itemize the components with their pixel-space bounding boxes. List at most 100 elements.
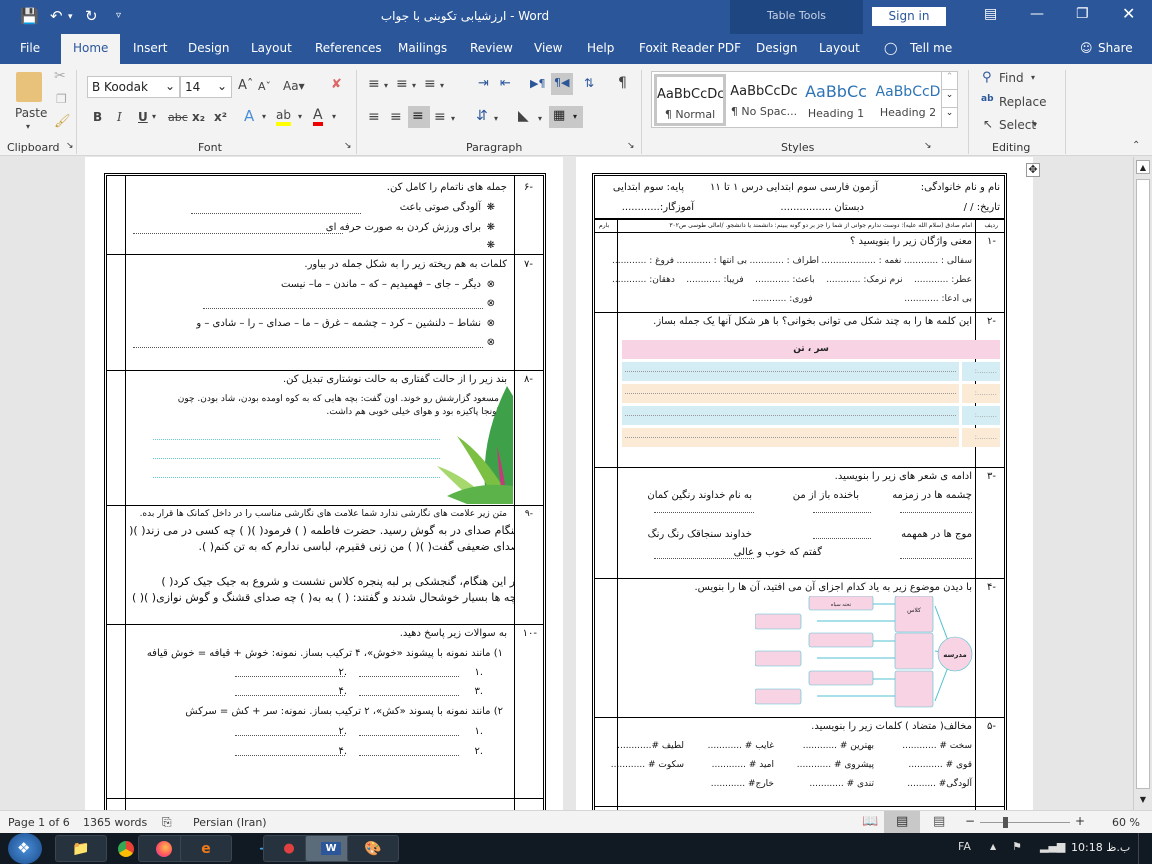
q2-word-cell[interactable]: :.........: [962, 384, 1000, 403]
clock[interactable]: 10:18 ب.ظ: [1071, 841, 1130, 854]
format-painter-icon[interactable]: 🖌: [54, 114, 71, 129]
q2-answer-row[interactable]: :.........: [622, 428, 1000, 447]
answer-line[interactable]: [654, 512, 754, 513]
read-mode-icon[interactable]: 📖: [862, 814, 878, 829]
paste-dropdown-icon[interactable]: ▾: [26, 122, 30, 131]
answer-line[interactable]: [900, 512, 972, 513]
shrink-font-icon[interactable]: Aˇ: [258, 80, 271, 93]
line-spacing-dropdown-icon[interactable]: ▾: [494, 114, 498, 123]
zoom-level[interactable]: 60 %: [1112, 816, 1140, 829]
answer-line[interactable]: [813, 538, 871, 539]
sign-in-button[interactable]: Sign in: [872, 7, 946, 26]
tab-layout[interactable]: Layout: [251, 41, 292, 55]
q2-word-cell[interactable]: :.........: [962, 406, 1000, 425]
tab-insert[interactable]: Insert: [133, 41, 167, 55]
font-name-combo[interactable]: B Koodak ⌄: [87, 76, 180, 98]
answer-line[interactable]: [153, 458, 440, 459]
web-layout-icon[interactable]: ▤: [933, 814, 945, 829]
clipboard-launcher-icon[interactable]: ↘: [66, 141, 74, 151]
answer-line[interactable]: [359, 755, 459, 756]
show-hidden-icons[interactable]: ▲: [990, 842, 996, 851]
q2-answer-row[interactable]: :.........: [622, 406, 1000, 425]
minimize-icon[interactable]: —: [1030, 6, 1044, 22]
zoom-slider-thumb[interactable]: [1003, 817, 1008, 828]
show-desktop-button[interactable]: [1138, 833, 1152, 864]
strikethrough-button[interactable]: abc: [168, 111, 188, 124]
tell-me-box[interactable]: Tell me: [910, 41, 952, 55]
print-layout-button[interactable]: ▤: [884, 811, 920, 834]
font-size-combo[interactable]: 14 ⌄: [180, 76, 232, 98]
paste-icon[interactable]: [16, 72, 42, 102]
ribbon-display-options-icon[interactable]: ▤: [984, 6, 997, 22]
q2-word-cell[interactable]: :.........: [962, 428, 1000, 447]
save-icon[interactable]: 💾: [20, 7, 39, 25]
underline-dropdown-icon[interactable]: ▾: [152, 112, 156, 121]
bullets-dropdown-icon[interactable]: ▾: [384, 81, 388, 90]
tab-view[interactable]: View: [534, 41, 562, 55]
scroll-up-icon[interactable]: ▲: [1136, 160, 1150, 174]
answer-line[interactable]: [235, 695, 345, 696]
font-color-dropdown-icon[interactable]: ▾: [332, 112, 336, 121]
tab-mailings[interactable]: Mailings: [398, 41, 447, 55]
answer-line[interactable]: [153, 477, 440, 478]
zoom-slider[interactable]: [980, 822, 1070, 823]
select-button[interactable]: Select: [999, 118, 1036, 132]
justify-dropdown-icon[interactable]: ▾: [451, 114, 455, 123]
font-color-icon[interactable]: A: [313, 108, 323, 126]
tab-table-layout[interactable]: Layout: [819, 41, 860, 55]
input-language[interactable]: FA: [958, 840, 971, 853]
action-center-flag-icon[interactable]: ⚑: [1012, 840, 1022, 853]
show-formatting-marks-icon[interactable]: ¶: [618, 75, 627, 91]
highlight-dropdown-icon[interactable]: ▾: [298, 112, 302, 121]
answer-line[interactable]: [235, 755, 345, 756]
language-indicator[interactable]: Persian (Iran): [193, 816, 267, 829]
line-spacing-icon[interactable]: ⇵: [476, 108, 488, 124]
tab-table-design[interactable]: Design: [756, 41, 797, 55]
align-left-icon[interactable]: ≡: [368, 109, 380, 125]
page-count[interactable]: Page 1 of 6: [8, 816, 70, 829]
shading-icon[interactable]: ◣: [518, 108, 529, 124]
close-icon[interactable]: ✕: [1122, 4, 1135, 23]
align-center-icon[interactable]: ≡: [390, 109, 402, 125]
tab-references[interactable]: References: [315, 41, 382, 55]
answer-line[interactable]: [133, 347, 483, 348]
replace-button[interactable]: Replace: [999, 95, 1046, 109]
taskbar-app-e[interactable]: e: [180, 835, 232, 862]
multilevel-list-icon[interactable]: ≡: [424, 76, 436, 92]
start-button[interactable]: ❖: [8, 833, 42, 864]
styles-more-icon[interactable]: ⌄: [942, 108, 957, 126]
paragraph-launcher-icon[interactable]: ↘: [627, 141, 635, 151]
find-button[interactable]: Find: [999, 71, 1024, 85]
answer-line[interactable]: [813, 512, 871, 513]
numbering-dropdown-icon[interactable]: ▾: [412, 81, 416, 90]
q2-sentence-cell[interactable]: [622, 362, 959, 381]
q2-answer-row[interactable]: :.........: [622, 362, 1000, 381]
tab-help[interactable]: Help: [587, 41, 614, 55]
undo-dropdown-icon[interactable]: ▾: [68, 12, 73, 22]
share-button[interactable]: Share: [1098, 41, 1133, 55]
q2-sentence-cell[interactable]: [622, 406, 959, 425]
select-dropdown-icon[interactable]: ▾: [1033, 120, 1037, 129]
sort-icon[interactable]: ⇅: [584, 76, 594, 90]
bold-button[interactable]: B: [93, 110, 102, 124]
answer-line[interactable]: [654, 558, 754, 559]
font-launcher-icon[interactable]: ↘: [344, 141, 352, 151]
styles-scroll-up-icon[interactable]: ⌃: [942, 72, 957, 90]
decrease-indent-icon[interactable]: ⇥: [478, 76, 489, 91]
align-right-button[interactable]: ≡: [408, 106, 430, 128]
underline-button[interactable]: U: [138, 110, 148, 124]
tab-home[interactable]: Home: [61, 34, 121, 64]
answer-line[interactable]: [359, 676, 459, 677]
text-effects-icon[interactable]: A: [244, 107, 254, 125]
styles-scroll-down-icon[interactable]: ⌄: [942, 90, 957, 108]
highlight-color-icon[interactable]: ab: [276, 108, 291, 126]
italic-button[interactable]: I: [117, 110, 122, 124]
tab-foxit[interactable]: Foxit Reader PDF: [639, 41, 741, 55]
answer-line[interactable]: [359, 695, 459, 696]
taskbar-paint[interactable]: 🎨: [347, 835, 399, 862]
style-normal[interactable]: AaBbCcDc ¶ Normal: [654, 74, 726, 126]
bullets-icon[interactable]: ≡: [368, 76, 380, 92]
table-move-handle-icon[interactable]: ✥: [1026, 163, 1040, 177]
text-effects-dropdown-icon[interactable]: ▾: [262, 112, 266, 121]
customize-toolbar-icon[interactable]: ▿: [116, 10, 121, 21]
